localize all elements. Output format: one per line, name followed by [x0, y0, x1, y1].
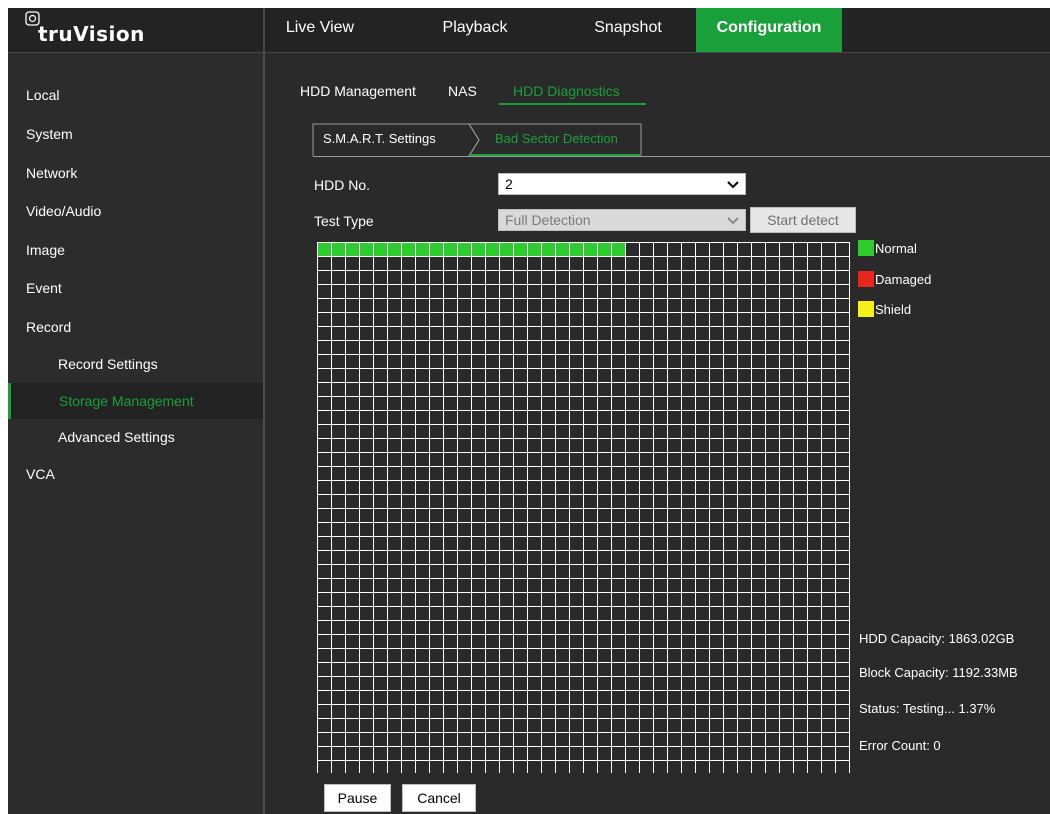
active-tab-underline [499, 103, 646, 105]
sidebar-item-video-audio[interactable]: Video/Audio [8, 193, 263, 229]
nav-tab-configuration[interactable]: Configuration [696, 8, 842, 52]
sidebar-item-advanced-settings[interactable]: Advanced Settings [8, 419, 263, 455]
sector-block-normal [415, 242, 429, 256]
brand-name: truVision [38, 22, 145, 46]
chevron-down-icon [727, 217, 739, 225]
legend-shield-label: Shield [875, 302, 912, 317]
hdd-no-value: 2 [505, 176, 513, 192]
error-count-text: Error Count: 0 [859, 738, 941, 753]
step-baseline [313, 156, 1050, 157]
sector-block-normal [527, 242, 541, 256]
sector-block-normal [387, 242, 401, 256]
test-type-value: Full Detection [505, 212, 591, 228]
sector-block-normal [317, 242, 331, 256]
sidebar-item-local[interactable]: Local [8, 77, 263, 113]
sector-block-normal [583, 242, 597, 256]
block-capacity-text: Block Capacity: 1192.33MB [859, 665, 1018, 680]
hdd-no-label: HDD No. [314, 177, 371, 193]
main-content: HDD Management NAS HDD Diagnostics S.M.A… [265, 53, 1050, 814]
sector-block-normal [555, 242, 569, 256]
sector-block-normal [611, 242, 625, 256]
status-text: Status: Testing... 1.37% [859, 701, 996, 716]
sector-block-normal [597, 242, 611, 256]
sector-block-normal [457, 242, 471, 256]
tab-nas[interactable]: NAS [448, 75, 477, 107]
nav-tab-playback[interactable]: Playback [425, 8, 525, 52]
hdd-capacity-text: HDD Capacity: 1863.02GB [859, 631, 1015, 646]
app-window: truVision Live View Playback Snapshot Co… [8, 8, 1050, 814]
test-type-label: Test Type [314, 213, 374, 229]
sector-block-normal [429, 242, 443, 256]
sector-block-normal [471, 242, 485, 256]
legend-normal-swatch [858, 240, 874, 256]
sidebar-item-record[interactable]: Record [8, 309, 263, 345]
step-bar: S.M.A.R.T. Settings Bad Sector Detection [265, 121, 1050, 157]
sector-block-normal [569, 242, 583, 256]
nav-tab-snapshot[interactable]: Snapshot [575, 8, 681, 52]
sector-block-normal [499, 242, 513, 256]
test-type-select[interactable]: Full Detection [498, 209, 746, 231]
sector-block-normal [373, 242, 387, 256]
nav-tab-live-view[interactable]: Live View [270, 8, 370, 52]
step-bad-sector-detection[interactable]: Bad Sector Detection [495, 123, 618, 155]
legend-normal-label: Normal [875, 241, 917, 256]
sector-grid [317, 242, 850, 773]
chevron-down-icon [727, 181, 739, 189]
hdd-no-select[interactable]: 2 [498, 173, 746, 195]
start-detect-button[interactable]: Start detect [750, 207, 856, 233]
sidebar-item-record-settings[interactable]: Record Settings [8, 346, 263, 382]
sector-block-normal [541, 242, 555, 256]
sidebar-item-image[interactable]: Image [8, 232, 263, 268]
top-bar: truVision Live View Playback Snapshot Co… [8, 8, 1050, 53]
sector-block-normal [359, 242, 373, 256]
sidebar-item-network[interactable]: Network [8, 155, 263, 191]
sidebar-item-vca[interactable]: VCA [8, 456, 263, 492]
legend-damaged-swatch [858, 271, 874, 287]
tab-hdd-management[interactable]: HDD Management [300, 75, 416, 107]
sector-block-normal [331, 242, 345, 256]
sector-block-normal [345, 242, 359, 256]
sidebar: Local System Network Video/Audio Image E… [8, 53, 263, 814]
sector-block-normal [443, 242, 457, 256]
sidebar-item-system[interactable]: System [8, 116, 263, 152]
top-divider [263, 8, 265, 52]
step-smart-settings[interactable]: S.M.A.R.T. Settings [323, 123, 436, 155]
sidebar-item-storage-management[interactable]: Storage Management [8, 383, 263, 419]
pause-button[interactable]: Pause [324, 784, 391, 812]
cancel-button[interactable]: Cancel [402, 784, 476, 812]
legend-damaged-label: Damaged [875, 272, 932, 287]
sector-block-normal [513, 242, 527, 256]
sector-block-normal [485, 242, 499, 256]
brand-logo: truVision [8, 8, 263, 52]
sidebar-item-event[interactable]: Event [8, 270, 263, 306]
legend-shield-swatch [858, 301, 874, 317]
sector-block-normal [401, 242, 415, 256]
